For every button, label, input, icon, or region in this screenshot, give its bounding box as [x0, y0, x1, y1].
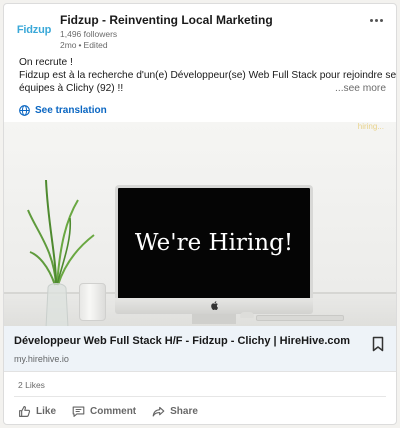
post-text-line: équipes à Clichy (92) !! ...see more	[19, 82, 389, 95]
globe-icon	[19, 105, 30, 116]
post-text-line: On recrute !	[19, 57, 73, 68]
more-options-button[interactable]	[366, 12, 386, 28]
see-translation-button[interactable]: See translation	[19, 105, 107, 116]
see-more-link[interactable]: ...see more	[332, 82, 386, 95]
thumbs-up-icon	[19, 405, 31, 417]
post-body: On recrute ! Fidzup est à la recherche d…	[19, 56, 397, 95]
follower-count: 1,496 followers	[60, 29, 118, 39]
post-time: 2mo	[60, 40, 77, 50]
imac-chin	[115, 298, 313, 314]
likes-count[interactable]: 2 Likes	[18, 380, 45, 390]
hiring-text: We're Hiring!	[134, 230, 294, 256]
keyboard-image	[256, 315, 344, 321]
post-meta: 2mo • Edited	[60, 40, 108, 50]
meta-separator: •	[78, 40, 82, 50]
company-name[interactable]: Fidzup - Reinventing Local Marketing	[60, 13, 273, 27]
actions-divider	[14, 396, 386, 397]
image-watermark: hiring...	[357, 122, 384, 131]
imac-screen: We're Hiring!	[115, 185, 313, 298]
link-title[interactable]: Développeur Web Full Stack H/F - Fidzup …	[14, 335, 354, 347]
post-text-line: Fidzup est à la recherche d'un(e) Dévelo…	[19, 70, 397, 81]
post-card: Fidzup Fidzup - Reinventing Local Market…	[3, 3, 397, 425]
ellipsis-icon	[374, 18, 378, 22]
social-actions-bar: Like Comment Share	[12, 400, 208, 422]
see-translation-label: See translation	[35, 105, 107, 116]
post-image[interactable]: hiring... We're Hiring!	[4, 122, 396, 326]
bookmark-icon[interactable]	[372, 336, 384, 352]
comment-button[interactable]: Comment	[66, 403, 142, 420]
edited-label: Edited	[83, 40, 108, 50]
link-domain: my.hirehive.io	[14, 354, 69, 364]
comment-icon	[72, 405, 85, 417]
share-button[interactable]: Share	[146, 403, 204, 420]
comment-label: Comment	[90, 405, 137, 417]
imac-stand	[192, 314, 236, 324]
ellipsis-icon	[369, 18, 373, 22]
ellipsis-icon	[379, 18, 383, 22]
share-arrow-icon	[152, 406, 165, 417]
apple-logo-icon	[211, 301, 219, 310]
post-text-line-content: équipes à Clichy (92) !!	[19, 83, 124, 94]
like-label: Like	[36, 405, 57, 417]
like-button[interactable]: Like	[12, 403, 62, 420]
speaker-image	[79, 283, 106, 321]
link-preview[interactable]: Développeur Web Full Stack H/F - Fidzup …	[4, 326, 396, 372]
post-header: Fidzup Fidzup - Reinventing Local Market…	[4, 4, 396, 56]
mouse-image	[240, 312, 254, 318]
company-logo[interactable]: Fidzup	[16, 16, 52, 44]
share-label: Share	[170, 405, 198, 417]
